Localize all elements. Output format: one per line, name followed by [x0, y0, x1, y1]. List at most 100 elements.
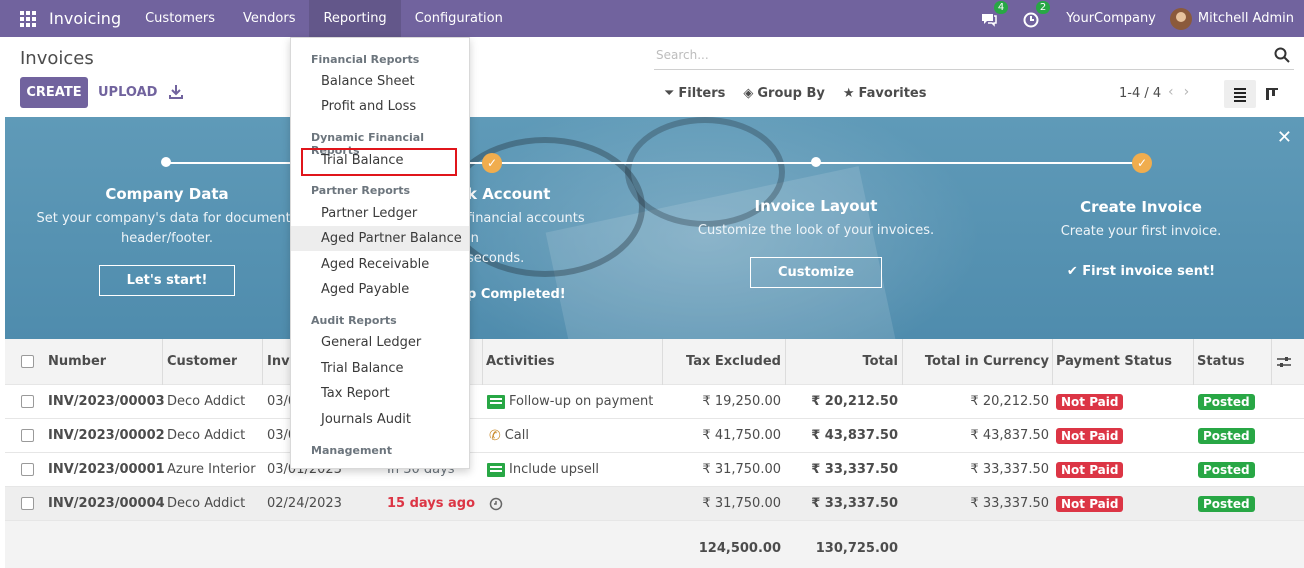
step-desc: Set your company's data for documents	[36, 211, 298, 226]
step-desc: Create your first invoice.	[1060, 224, 1222, 239]
menu-section-management: Management	[311, 444, 392, 457]
kanban-view-button[interactable]	[1260, 80, 1284, 108]
step-invoice-layout: Invoice Layout Customize the look of you…	[685, 197, 947, 288]
menu-section-audit-reports: Audit Reports	[311, 314, 397, 327]
company-switcher[interactable]: YourCompany	[1052, 11, 1170, 26]
menu-item-tax-report[interactable]: Tax Report	[291, 381, 469, 406]
list-view-button[interactable]	[1224, 80, 1256, 108]
menu-item-trial-balance[interactable]: Trial Balance	[291, 356, 469, 381]
column-payment-status[interactable]: Payment Status	[1056, 339, 1172, 384]
pager-previous-icon[interactable]: ‹	[1168, 84, 1174, 100]
customer-name: Deco Addict	[167, 496, 246, 511]
reporting-dropdown-menu: Financial Reports Balance Sheet Profit a…	[290, 37, 470, 469]
activities-count-badge: 2	[1035, 0, 1051, 14]
menu-section-financial-reports: Financial Reports	[311, 53, 420, 66]
payment-status-badge: Not Paid	[1056, 385, 1124, 418]
column-number[interactable]: Number	[48, 339, 106, 384]
check-icon: ✔	[1066, 264, 1083, 279]
customize-button[interactable]: Customize	[749, 257, 883, 288]
table-row[interactable]: INV/2023/00001 Azure Interior 03/01/2023…	[5, 453, 1304, 487]
step-desc: seconds.	[467, 251, 525, 266]
table-header-row: Number Customer Invo Activities Tax Excl…	[5, 339, 1304, 385]
menu-configuration[interactable]: Configuration	[401, 0, 517, 37]
user-menu[interactable]: Mitchell Admin	[1169, 7, 1304, 30]
menu-item-profit-and-loss[interactable]: Profit and Loss	[291, 94, 469, 119]
menu-item-balance-sheet[interactable]: Balance Sheet	[291, 69, 469, 94]
close-icon[interactable]: ✕	[1277, 127, 1292, 148]
search-icon[interactable]	[1274, 47, 1290, 63]
column-tax-excluded[interactable]: Tax Excluded	[665, 339, 781, 384]
activity-cell[interactable]: Follow-up on payment	[487, 385, 653, 418]
activity-email-icon	[487, 394, 505, 409]
page-title[interactable]: Invoices	[20, 48, 94, 69]
invoice-number: INV/2023/00002	[48, 428, 165, 443]
menu-item-aged-partner-balance[interactable]: Aged Partner Balance	[291, 226, 469, 251]
apps-grid-icon[interactable]	[20, 10, 36, 27]
search-bar[interactable]: Search...	[654, 44, 1294, 70]
activity-label: Follow-up on payment	[509, 394, 654, 409]
step-title: Invoice Layout	[754, 197, 878, 215]
pager-value[interactable]: 1-4 / 4	[1119, 86, 1161, 101]
tax-excluded: ₹ 41,750.00	[702, 428, 781, 443]
onboarding-banner: ✓ ✓ Company Data Set your company's data…	[5, 117, 1304, 339]
phone-icon: ✆	[489, 427, 501, 444]
activity-email-icon	[487, 462, 505, 477]
menu-item-partner-ledger[interactable]: Partner Ledger	[291, 201, 469, 226]
messages-icon[interactable]: 4	[980, 0, 1009, 28]
star-icon: ★	[842, 86, 855, 101]
menu-reporting[interactable]: Reporting	[309, 0, 401, 37]
total-in-currency: ₹ 20,212.50	[970, 394, 1049, 409]
table-row[interactable]: INV/2023/00002 Deco Addict 03/0 ✆ Call ₹…	[5, 419, 1304, 453]
step-desc: financial accounts in	[467, 211, 585, 246]
menu-customers[interactable]: Customers	[131, 0, 229, 37]
invoice-number: INV/2023/00001	[48, 462, 165, 477]
total-in-currency: ₹ 33,337.50	[970, 496, 1049, 511]
column-total[interactable]: Total	[789, 339, 898, 384]
filter-icon: ⏷	[664, 86, 675, 101]
search-placeholder: Search...	[656, 48, 709, 62]
menu-item-journals-audit[interactable]: Journals Audit	[291, 407, 469, 432]
filters-dropdown[interactable]: ⏷ Filters	[664, 86, 725, 101]
activity-cell[interactable]: Include upsell	[487, 453, 599, 486]
menu-item-aged-payable[interactable]: Aged Payable	[291, 277, 469, 302]
menu-item-aged-receivable[interactable]: Aged Receivable	[291, 252, 469, 277]
column-activities[interactable]: Activities	[486, 339, 555, 384]
customer-name: Azure Interior	[167, 462, 256, 477]
highlight-box	[301, 148, 457, 176]
column-total-in-currency[interactable]: Total in Currency	[905, 339, 1049, 384]
column-customer[interactable]: Customer	[167, 339, 237, 384]
select-all-checkbox[interactable]	[21, 339, 34, 384]
create-button[interactable]: CREATE	[20, 77, 88, 108]
column-status[interactable]: Status	[1197, 339, 1245, 384]
user-avatar	[1169, 7, 1192, 30]
activities-clock-icon[interactable]: 2	[1022, 0, 1051, 28]
payment-status-badge: Not Paid	[1056, 453, 1124, 486]
tax-excluded: ₹ 31,750.00	[702, 496, 781, 511]
menu-item-general-ledger[interactable]: General Ledger	[291, 330, 469, 355]
menu-vendors[interactable]: Vendors	[229, 0, 309, 37]
optional-columns-icon[interactable]	[1276, 339, 1292, 384]
activity-cell[interactable]: ✆ Call	[489, 419, 529, 452]
row-checkbox[interactable]	[21, 385, 34, 418]
status-badge: Posted	[1198, 419, 1255, 452]
activity-label: Include upsell	[509, 462, 599, 477]
schedule-activity-icon[interactable]	[489, 487, 503, 520]
upload-button[interactable]: UPLOAD	[98, 77, 157, 108]
row-checkbox[interactable]	[21, 487, 34, 520]
payment-status-badge: Not Paid	[1056, 419, 1124, 452]
table-row[interactable]: INV/2023/00004 Deco Addict 02/24/2023 15…	[5, 487, 1304, 521]
invoice-number: INV/2023/00004	[48, 496, 165, 511]
customer-name: Deco Addict	[167, 428, 246, 443]
group-by-dropdown[interactable]: ◈ Group By	[743, 86, 824, 101]
pager-next-icon[interactable]: ›	[1184, 84, 1190, 100]
lets-start-button[interactable]: Let's start!	[98, 265, 236, 296]
step-title: k Account	[467, 185, 551, 203]
favorites-dropdown[interactable]: ★ Favorites	[843, 86, 927, 101]
app-title[interactable]: Invoicing	[49, 9, 121, 28]
table-row[interactable]: INV/2023/00003 Deco Addict 03/0 Follow-u…	[5, 385, 1304, 419]
download-icon[interactable]	[169, 84, 183, 100]
row-checkbox[interactable]	[21, 453, 34, 486]
row-checkbox[interactable]	[21, 419, 34, 452]
tax-excluded: ₹ 31,750.00	[702, 462, 781, 477]
messages-count-badge: 4	[993, 0, 1009, 14]
